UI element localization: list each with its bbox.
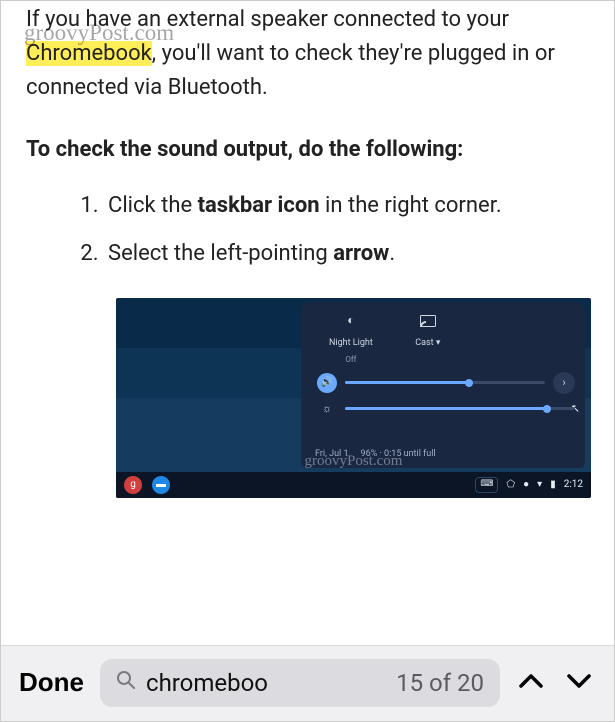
- wifi-icon: ▾: [537, 477, 542, 493]
- volume-thumb: [465, 379, 473, 387]
- done-button[interactable]: Done: [19, 667, 84, 698]
- cast-icon: [415, 308, 441, 334]
- shelf-time: 2:12: [564, 477, 583, 493]
- article-body: groovyPost.com If you have an external s…: [1, 1, 614, 498]
- paragraph-external-speaker: If you have an external speaker connecte…: [26, 3, 594, 105]
- section-heading: To check the sound output, do the follow…: [26, 133, 594, 167]
- chrome-shelf: g ▬ ⌨ ⬠ ● ▾ ▮ 2:12: [116, 472, 591, 498]
- speaker-icon: 🔊: [317, 373, 337, 393]
- step-2: Select the left-pointing arrow.: [104, 237, 594, 271]
- volume-fill: [345, 381, 469, 384]
- brightness-fill: [345, 407, 547, 410]
- search-icon: [116, 670, 136, 696]
- next-match-button[interactable]: [564, 666, 594, 700]
- search-highlight: Chromebook: [26, 41, 152, 66]
- volume-slider-row: 🔊 ›: [301, 370, 585, 396]
- app-icon-g: g: [124, 476, 142, 494]
- brightness-thumb: [543, 405, 551, 413]
- cast-label: Cast ▾: [415, 337, 440, 351]
- night-light-label: Night Light: [329, 337, 373, 351]
- shelf-left: g ▬: [124, 476, 170, 494]
- audio-output-arrow: ›: [553, 372, 575, 394]
- brightness-icon: ☼: [317, 399, 337, 419]
- search-field[interactable]: chromeboo 15 of 20: [100, 659, 500, 707]
- night-light-state: Off: [345, 354, 356, 366]
- search-input[interactable]: chromeboo: [146, 669, 386, 697]
- status-dot-icon: ●: [523, 477, 529, 493]
- steps-list: Click the taskbar icon in the right corn…: [26, 189, 594, 271]
- notif-icon: ⬠: [506, 477, 515, 493]
- night-light-icon: ◐: [338, 308, 364, 334]
- files-app-icon: ▬: [152, 476, 170, 494]
- night-light-toggle: ◐ Night Light Off: [329, 308, 373, 366]
- prev-match-button[interactable]: [516, 666, 546, 700]
- find-nav: [516, 666, 594, 700]
- find-in-page-bar: Done chromeboo 15 of 20: [1, 645, 614, 721]
- battery-icon: ▮: [550, 477, 556, 493]
- keyboard-icon: ⌨: [475, 477, 498, 493]
- screenshot-watermark: groovyPost.com: [305, 450, 403, 473]
- shelf-right-status: ⌨ ⬠ ● ▾ ▮ 2:12: [475, 477, 583, 493]
- volume-track: [345, 381, 545, 384]
- panel-top-row: ◐ Night Light Off Cast ▾: [301, 302, 585, 370]
- para1-pre: If you have an external speaker connecte…: [26, 7, 509, 32]
- quick-settings-panel: ◐ Night Light Off Cast ▾ 🔊: [301, 302, 585, 468]
- brightness-slider-row: ☼: [301, 396, 585, 422]
- chromebook-screenshot: ◐ Night Light Off Cast ▾ 🔊: [116, 298, 591, 498]
- brightness-track: [345, 407, 575, 410]
- cast-toggle: Cast ▾: [415, 308, 441, 366]
- match-count: 15 of 20: [396, 669, 484, 697]
- step-1: Click the taskbar icon in the right corn…: [104, 189, 594, 223]
